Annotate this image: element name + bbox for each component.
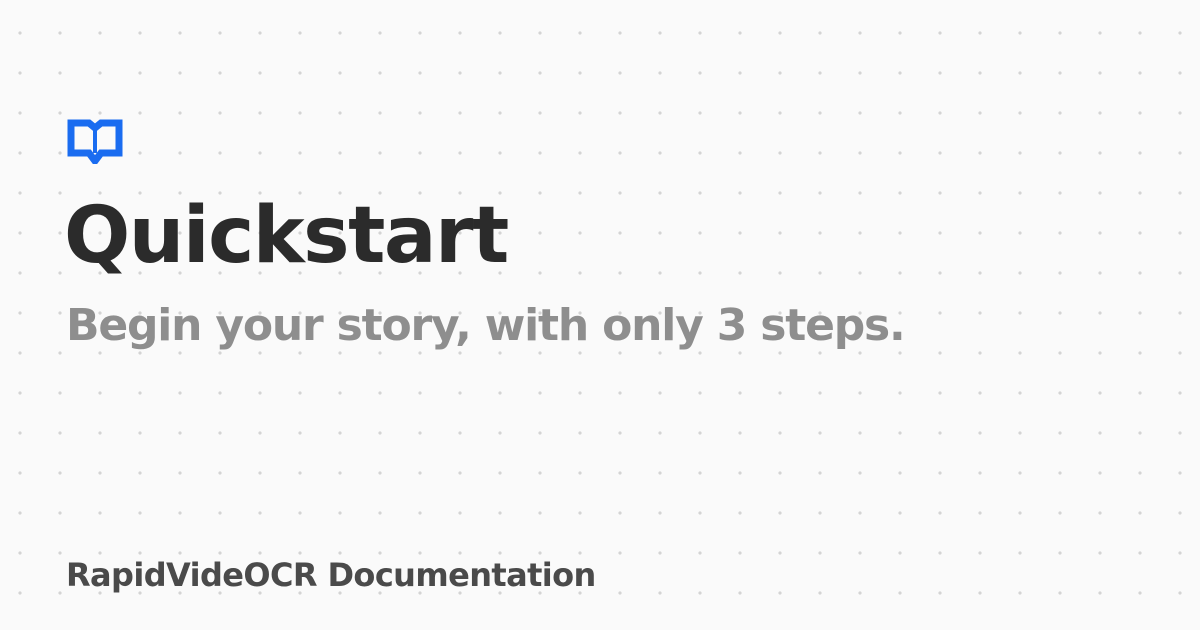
- page-subtitle: Begin your story, with only 3 steps.: [66, 300, 906, 351]
- page-title: Quickstart: [64, 191, 509, 281]
- open-book-icon: [66, 118, 124, 164]
- social-card: Quickstart Begin your story, with only 3…: [0, 0, 1200, 630]
- site-name: RapidVideOCR Documentation: [66, 556, 596, 594]
